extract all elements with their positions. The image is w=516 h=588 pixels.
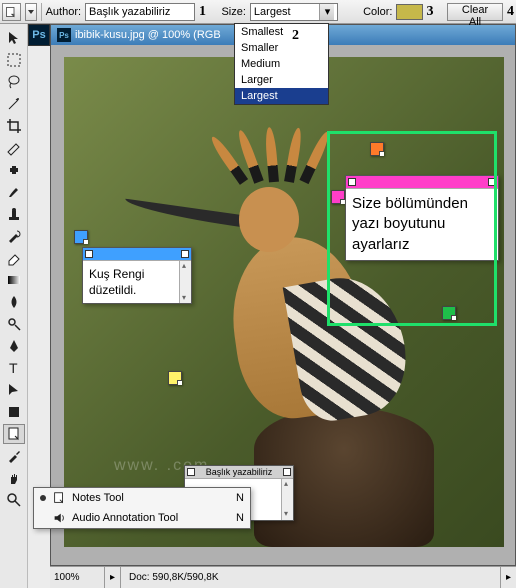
flyout-label: Notes Tool [72,492,124,504]
size-option-medium[interactable]: Medium [235,56,328,72]
callout-4: 4 [507,4,514,20]
pen-tool-icon[interactable] [3,336,25,356]
callout-3: 3 [427,4,434,20]
note-pink-body[interactable]: Size bölümünden yazı boyutunu ayarlarız [346,188,498,260]
slice-tool-icon[interactable] [3,138,25,158]
flyout-shortcut: N [236,512,244,524]
photoshop-logo: Ps [28,24,50,46]
flyout-label: Audio Annotation Tool [72,512,178,524]
document-title: ibibik-kusu.jpg @ 100% (RGB [75,29,221,41]
note-marker-pink[interactable] [331,190,345,204]
note-icon [52,491,66,505]
size-label: Size: [221,6,245,18]
note-blue-body[interactable]: Kuş Rengi düzetildi. [83,260,191,303]
eyedropper-tool-icon[interactable] [3,446,25,466]
gradient-tool-icon[interactable] [3,270,25,290]
note-marker-orange[interactable] [370,142,384,156]
note-gray-title: Başlık yazabiliriz [206,467,273,477]
callout-2: 2 [292,28,299,44]
doc-size-info: Doc: 590,8K/590,8K [121,572,500,583]
note-tool-icon[interactable] [2,3,21,21]
note-marker-yellow[interactable] [168,371,182,385]
svg-text:T: T [9,360,18,376]
zoom-arrow-icon[interactable]: ▸ [105,567,121,588]
size-dropdown[interactable]: Smallest Smaller Medium Larger Largest [234,23,329,105]
marquee-tool-icon[interactable] [3,50,25,70]
notes-tool-flyout[interactable]: Notes Tool N Audio Annotation Tool N [33,487,251,529]
note-collapse-icon[interactable] [488,178,496,186]
note-marker-green[interactable] [442,306,456,320]
ps-doc-icon: Ps [57,28,71,42]
annotation-options-bar: Author: 1 Size: Largest ▾ Color: 3 Clear… [0,0,516,24]
zoom-tool-icon[interactable] [3,490,25,510]
path-select-icon[interactable] [3,380,25,400]
tool-dropdown-icon[interactable] [25,3,37,21]
eraser-tool-icon[interactable] [3,248,25,268]
chevron-down-icon: ▾ [319,4,334,20]
blur-tool-icon[interactable] [3,292,25,312]
history-brush-icon[interactable] [3,226,25,246]
flyout-shortcut: N [236,492,244,504]
type-tool-icon[interactable]: T [3,358,25,378]
stamp-tool-icon[interactable] [3,204,25,224]
flyout-item-audio[interactable]: Audio Annotation Tool N [34,508,250,528]
notes-tool-icon[interactable] [3,424,25,444]
note-window-pink[interactable]: Size bölümünden yazı boyutunu ayarlarız [345,175,499,261]
crop-tool-icon[interactable] [3,116,25,136]
note-marker-blue[interactable] [74,230,88,244]
flyout-item-notes[interactable]: Notes Tool N [34,488,250,508]
size-option-larger[interactable]: Larger [235,72,328,88]
scrollbar[interactable] [179,261,191,303]
author-input[interactable] [85,3,195,21]
size-option-largest[interactable]: Largest [235,88,328,104]
active-indicator-icon [40,495,46,501]
note-collapse-icon[interactable] [181,250,189,258]
shape-tool-icon[interactable] [3,402,25,422]
note-gray-header[interactable]: Başlık yazabiliriz [185,466,293,478]
clear-all-button[interactable]: Clear All [447,3,503,21]
note-close-icon[interactable] [85,250,93,258]
dodge-tool-icon[interactable] [3,314,25,334]
speaker-icon [52,511,66,525]
note-close-icon[interactable] [348,178,356,186]
toolbox: T [0,24,28,588]
status-bar: 100% ▸ Doc: 590,8K/590,8K ▸ [50,566,516,588]
size-option-smallest[interactable]: Smallest [235,24,328,40]
scrollbar[interactable] [281,479,293,520]
hand-tool-icon[interactable] [3,468,25,488]
wand-tool-icon[interactable] [3,94,25,114]
author-label: Author: [46,6,81,18]
note-blue-header[interactable] [83,248,191,260]
note-window-blue[interactable]: Kuş Rengi düzetildi. [82,247,192,304]
canvas[interactable]: www. .com Kuş Rengi düzetildi. Size bölü… [64,57,504,547]
note-close-icon[interactable] [187,468,195,476]
document-window: Ps ibibik-kusu.jpg @ 100% (RGB www. .com… [50,24,516,566]
heal-tool-icon[interactable] [3,160,25,180]
brush-tool-icon[interactable] [3,182,25,202]
size-option-smaller[interactable]: Smaller [235,40,328,56]
move-tool-icon[interactable] [3,28,25,48]
status-menu-icon[interactable]: ▸ [500,567,516,588]
lasso-tool-icon[interactable] [3,72,25,92]
callout-1: 1 [199,4,206,20]
color-swatch[interactable] [396,4,422,20]
size-select[interactable]: Largest ▾ [250,3,339,21]
note-blue-text: Kuş Rengi düzetildi. [89,267,144,297]
note-pink-header[interactable] [346,176,498,188]
size-select-value: Largest [254,6,291,18]
zoom-field[interactable]: 100% [50,567,105,588]
note-pink-text: Size bölümünden yazı boyutunu ayarlarız [352,195,468,253]
color-label: Color: [363,6,392,18]
note-collapse-icon[interactable] [283,468,291,476]
